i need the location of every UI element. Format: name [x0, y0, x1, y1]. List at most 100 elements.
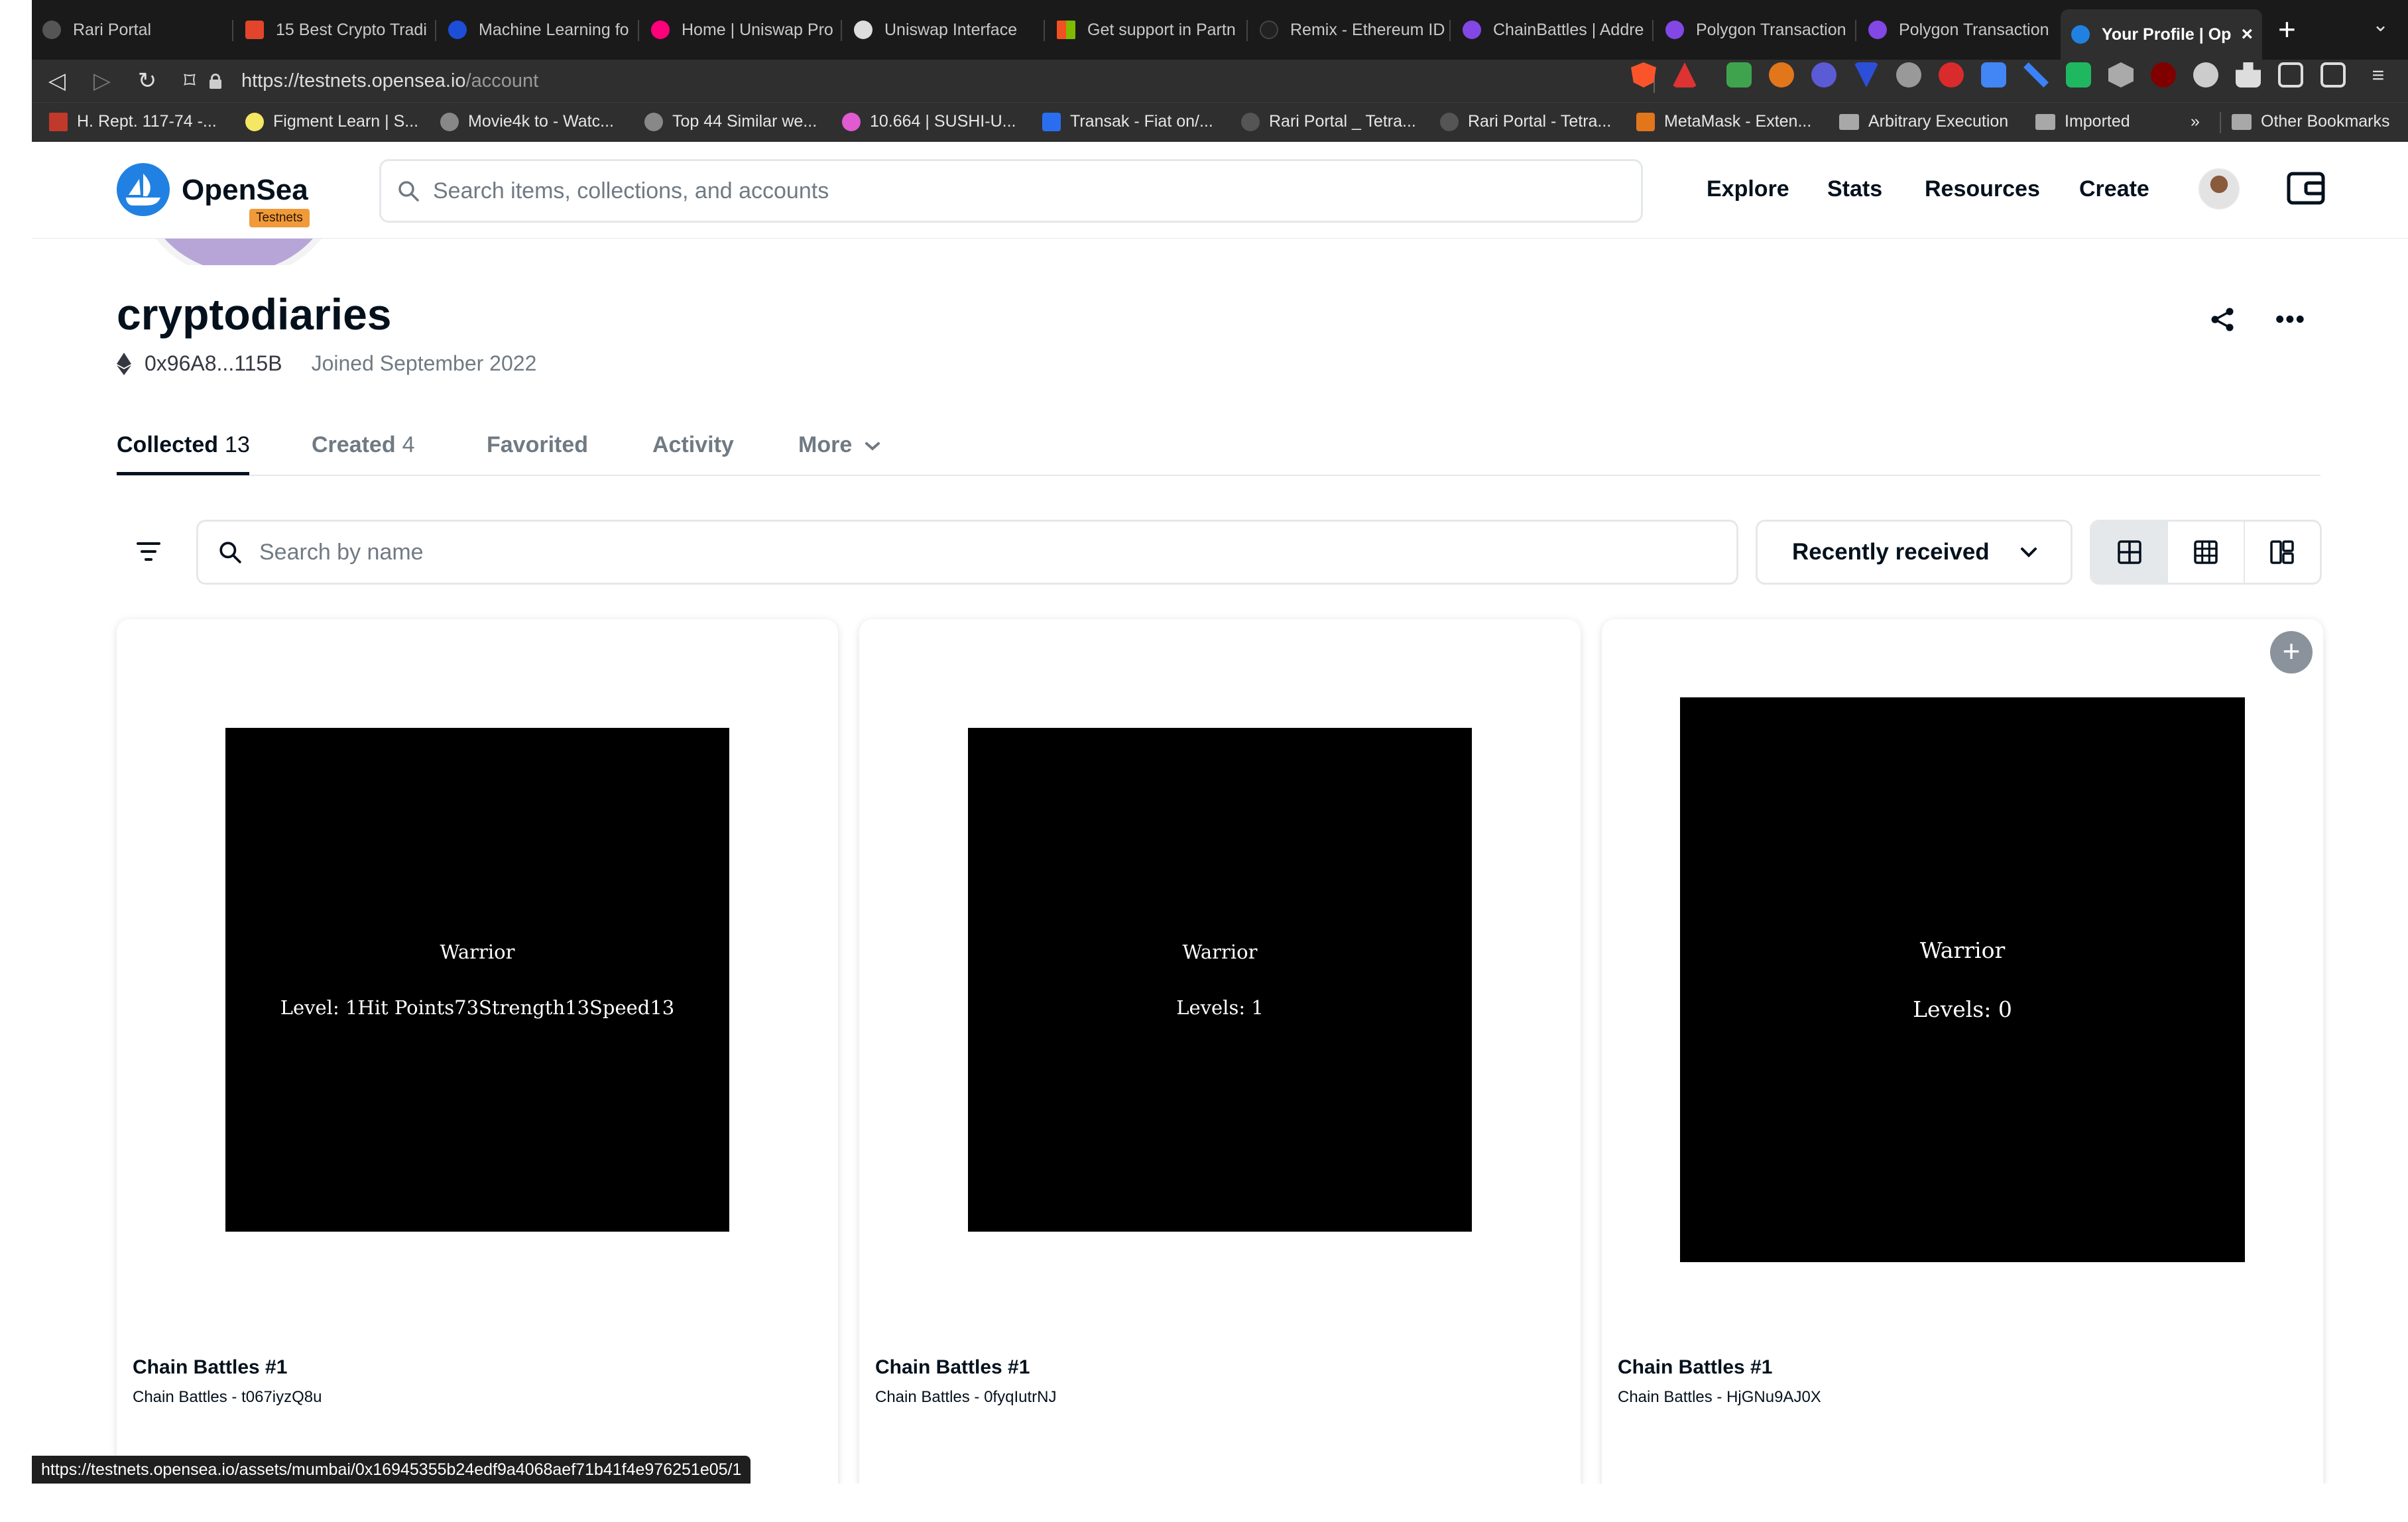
bookmark-item[interactable]: Figment Learn | S... — [245, 112, 418, 131]
tab-separator — [1449, 20, 1451, 41]
browser-menu-icon[interactable]: ≡ — [2366, 62, 2391, 88]
extension-icon[interactable] — [2066, 62, 2091, 88]
global-search-input[interactable]: Search items, collections, and accounts — [379, 159, 1643, 223]
extension-icon[interactable] — [1726, 62, 1752, 88]
nft-image[interactable]: Warrior Level: 1Hit Points73Strength13Sp… — [225, 728, 729, 1232]
extension-icon[interactable] — [1811, 62, 1836, 88]
profile-tabs: Collected 13 Created 4 Favorited Activity … — [117, 424, 2320, 476]
bookmark-label: Figment Learn | S... — [273, 112, 419, 131]
bookmark-item[interactable]: H. Rept. 117-74 -... — [49, 112, 217, 131]
bookmark-item[interactable]: Rari Portal - Tetra... — [1440, 112, 1611, 131]
nav-create[interactable]: Create — [2079, 176, 2149, 202]
large-grid-view-button[interactable] — [2092, 522, 2169, 583]
bookmark-item[interactable]: Rari Portal _ Tetra... — [1241, 112, 1416, 131]
nft-name: Chain Battles #1 — [133, 1356, 288, 1378]
browser-tab[interactable]: Get support in Partn — [1046, 9, 1245, 50]
nft-image[interactable]: Warrior Levels: 0 — [1680, 697, 2245, 1262]
metamask-icon[interactable] — [1769, 62, 1794, 88]
opensea-logo-icon[interactable] — [117, 163, 170, 216]
bookmark-label: Transak - Fiat on/... — [1070, 112, 1213, 131]
brand-name[interactable]: OpenSea — [182, 174, 308, 207]
bookmark-item[interactable]: Movie4k to - Watc... — [440, 112, 614, 131]
browser-tab-active[interactable]: Your Profile | Op × — [2061, 9, 2262, 60]
tab-separator — [1855, 20, 1856, 41]
small-grid-view-button[interactable] — [2168, 522, 2245, 583]
tab-search-chevron-icon[interactable]: ⌄ — [2372, 13, 2389, 36]
globe-icon — [440, 112, 459, 131]
wallet-icon[interactable] — [2286, 170, 2326, 207]
tab-more[interactable]: More — [798, 432, 881, 458]
forward-icon[interactable]: ▷ — [86, 65, 118, 97]
browser-tab[interactable]: 15 Best Crypto Tradi — [235, 9, 434, 50]
nft-image[interactable]: Warrior Levels: 1 — [968, 728, 1472, 1232]
browser-tab[interactable]: Polygon Transaction — [1858, 9, 2057, 50]
browser-tab[interactable]: Rari Portal — [32, 9, 231, 50]
bookmark-item[interactable]: Top 44 Similar we... — [644, 112, 817, 131]
bookmark-folder[interactable]: Arbitrary Execution — [1839, 112, 2008, 131]
search-placeholder: Search items, collections, and accounts — [433, 178, 829, 204]
tab-activity[interactable]: Activity — [652, 432, 734, 458]
bookmark-item[interactable]: Transak - Fiat on/... — [1042, 112, 1213, 131]
bookmark-label: Other Bookmarks — [2261, 112, 2390, 131]
extension-icon[interactable] — [2193, 62, 2218, 88]
share-icon[interactable] — [2209, 306, 2236, 333]
new-tab-button[interactable]: + — [2278, 9, 2296, 49]
masonry-view-button[interactable] — [2245, 522, 2320, 583]
tab-favorited[interactable]: Favorited — [487, 432, 588, 458]
extension-icon[interactable] — [1939, 62, 1964, 88]
bookmark-label: Top 44 Similar we... — [672, 112, 817, 131]
bookmark-folder[interactable]: Imported — [2035, 112, 2130, 131]
bookmark-item[interactable]: 10.664 | SUSHI-U... — [842, 112, 1016, 131]
bookmark-icon[interactable]: ⌑ — [174, 65, 206, 97]
sort-value: Recently received — [1792, 539, 1990, 565]
masonry-icon — [2270, 540, 2295, 564]
browser-tab[interactable]: Polygon Transaction — [1655, 9, 1854, 50]
nft-card[interactable]: Warrior Level: 1Hit Points73Strength13Sp… — [117, 619, 838, 1522]
browser-tab[interactable]: ChainBattles | Addre — [1452, 9, 1651, 50]
nav-stats[interactable]: Stats — [1827, 176, 1882, 202]
sort-dropdown[interactable]: Recently received — [1756, 520, 2073, 585]
reload-icon[interactable]: ↻ — [131, 65, 163, 97]
wallet-browser-icon[interactable] — [2320, 62, 2346, 88]
browser-tab[interactable]: Remix - Ethereum ID — [1249, 9, 1448, 50]
tab-favicon — [1665, 21, 1684, 39]
bookmark-item[interactable]: MetaMask - Exten... — [1636, 112, 1811, 131]
ublock-icon[interactable] — [2151, 62, 2176, 88]
tab-created[interactable]: Created 4 — [312, 432, 415, 458]
extension-icon[interactable] — [1896, 62, 1921, 88]
tab-separator — [1246, 20, 1248, 41]
search-by-name-input[interactable]: Search by name — [196, 520, 1738, 585]
browser-tab[interactable]: Uniswap Interface — [843, 9, 1042, 50]
tab-favicon — [854, 21, 873, 39]
add-to-cart-button[interactable]: + — [2270, 631, 2313, 673]
nft-image-title: Warrior — [1182, 941, 1258, 963]
bookmarks-overflow-button[interactable]: » — [2191, 112, 2200, 131]
back-icon[interactable]: ◁ — [41, 65, 73, 97]
other-bookmarks-folder[interactable]: Other Bookmarks — [2232, 112, 2390, 131]
wallet-address[interactable]: 0x96A8...115B — [145, 351, 282, 376]
nft-card[interactable]: + Warrior Levels: 0 Chain Battles #1 Cha… — [1602, 619, 2323, 1522]
browser-tab[interactable]: Home | Uniswap Pro — [640, 9, 839, 50]
filter-icon[interactable] — [133, 536, 164, 567]
user-avatar[interactable] — [2198, 168, 2240, 209]
tab-count: 13 — [225, 432, 250, 457]
browser-tab[interactable]: Machine Learning fo — [438, 9, 636, 50]
nav-explore[interactable]: Explore — [1707, 176, 1789, 202]
nav-resources[interactable]: Resources — [1925, 176, 2040, 202]
tab-label: ChainBattles | Addre — [1493, 20, 1644, 39]
close-tab-icon[interactable]: × — [2241, 23, 2253, 46]
nft-collection: Chain Battles - t067iyzQ8u — [133, 1388, 322, 1406]
globe-icon — [644, 112, 663, 131]
bookmark-label: 10.664 | SUSHI-U... — [870, 112, 1016, 131]
address-bar[interactable]: https://testnets.opensea.io/account — [210, 64, 1648, 98]
tab-collected[interactable]: Collected 13 — [117, 432, 250, 458]
browser-toolbar: ◁ ▷ ↻ ⌑ https://testnets.opensea.io/acco… — [32, 60, 2408, 102]
tab-separator — [232, 20, 233, 41]
tab-label: Home | Uniswap Pro — [682, 20, 833, 39]
nft-card[interactable]: Warrior Levels: 1 Chain Battles #1 Chain… — [859, 619, 1581, 1522]
translate-icon[interactable] — [1981, 62, 2006, 88]
sidebar-icon[interactable] — [2278, 62, 2303, 88]
tab-separator — [435, 20, 436, 41]
active-tab-indicator — [117, 472, 249, 475]
more-options-icon[interactable]: ••• — [2275, 307, 2307, 332]
